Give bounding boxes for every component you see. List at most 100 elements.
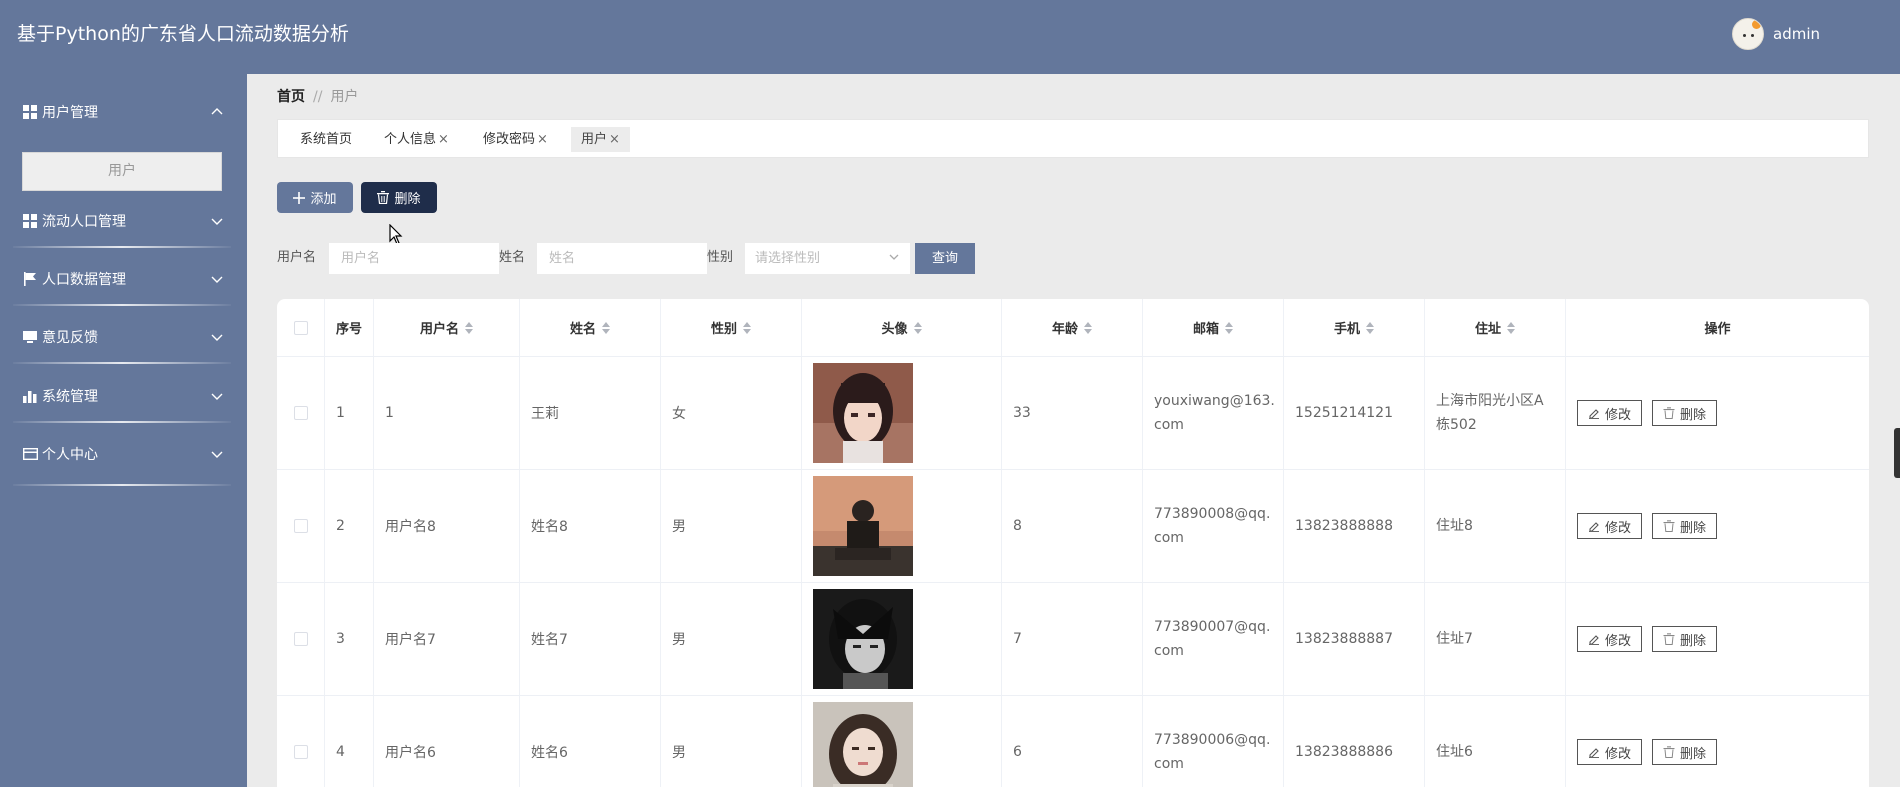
- tab-home[interactable]: 系统首页: [300, 127, 352, 152]
- row-checkbox[interactable]: [293, 406, 308, 420]
- sidebar-item-population-data[interactable]: 人口数据管理: [13, 259, 231, 299]
- tab-change-password[interactable]: 修改密码 ×: [483, 127, 548, 152]
- cell-gender: 男: [661, 583, 802, 695]
- username-search-input[interactable]: [329, 243, 499, 274]
- sort-icon[interactable]: [1084, 321, 1092, 334]
- cell-address: 住址6: [1425, 696, 1566, 787]
- column-header-name[interactable]: 姓名: [520, 299, 661, 356]
- sidebar-item-feedback[interactable]: 意见反馈: [13, 317, 231, 357]
- sidebar-item-floating-population[interactable]: 流动人口管理: [13, 201, 231, 241]
- grid-icon: [22, 214, 38, 228]
- monitor-icon: [22, 330, 38, 344]
- column-header-username[interactable]: 用户名: [374, 299, 520, 356]
- sort-icon[interactable]: [743, 321, 751, 334]
- table-row: 2 用户名8 姓名8 男 8 773890008@qq.com 13823888…: [277, 470, 1869, 583]
- sidebar-item-system[interactable]: 系统管理: [13, 376, 231, 416]
- select-all-cell: [277, 299, 325, 356]
- tab-label: 用户: [581, 132, 608, 147]
- close-icon[interactable]: ×: [537, 132, 548, 147]
- add-button-label: 添加: [310, 192, 337, 207]
- sort-icon[interactable]: [1366, 321, 1374, 334]
- name-search-input[interactable]: [537, 243, 707, 274]
- breadcrumb: 首页 // 用户: [277, 86, 358, 106]
- cell-email: 773890007@qq.com: [1143, 583, 1284, 695]
- cell-email: 773890006@qq.com: [1143, 696, 1284, 787]
- batch-delete-button[interactable]: 删除: [361, 182, 437, 213]
- cell-username: 用户名8: [374, 470, 520, 582]
- gender-select[interactable]: 请选择性别: [745, 243, 910, 274]
- cell-index: 3: [325, 583, 374, 695]
- close-icon[interactable]: ×: [609, 132, 620, 147]
- sort-icon[interactable]: [913, 321, 922, 334]
- edit-button[interactable]: 修改: [1577, 513, 1643, 539]
- menu-divider: [13, 362, 231, 364]
- sidebar-item-label: 用户管理: [42, 105, 98, 121]
- cell-gender: 女: [661, 357, 802, 469]
- column-header-avatar[interactable]: 头像: [802, 299, 1002, 356]
- column-header-actions: 操作: [1704, 322, 1731, 337]
- top-header: 基于Python的广东省人口流动数据分析 admin: [0, 0, 1900, 74]
- breadcrumb-home[interactable]: 首页: [277, 89, 305, 105]
- edit-button[interactable]: 修改: [1577, 739, 1643, 765]
- delete-button[interactable]: 删除: [1652, 400, 1718, 426]
- table-row: 1 1 王莉 女 33 youxiwang@163.com 1525121412…: [277, 357, 1869, 470]
- cell-actions: 修改 删除: [1566, 583, 1869, 695]
- row-checkbox[interactable]: [293, 632, 308, 646]
- cell-address: 住址7: [1425, 583, 1566, 695]
- breadcrumb-current: 用户: [330, 89, 359, 105]
- sidebar-item-personal-center[interactable]: 个人中心: [13, 434, 231, 474]
- tab-profile[interactable]: 个人信息 ×: [384, 127, 449, 152]
- column-header-phone[interactable]: 手机: [1284, 299, 1425, 356]
- tab-label: 系统首页: [300, 132, 353, 147]
- row-checkbox[interactable]: [293, 519, 308, 533]
- column-header-email[interactable]: 邮箱: [1143, 299, 1284, 356]
- table-row: 3 用户名7 姓名7 男 7 773890007@qq.com 13823888…: [277, 583, 1869, 696]
- sidebar-item-user-management[interactable]: 用户管理: [13, 92, 231, 132]
- chevron-down-icon: [211, 451, 223, 458]
- bar-chart-icon: [22, 389, 38, 403]
- cell-index: 2: [325, 470, 374, 582]
- cell-address: 住址8: [1425, 470, 1566, 582]
- chevron-down-icon: [211, 393, 223, 400]
- avatar-image-anime-girl: [813, 363, 913, 463]
- close-icon[interactable]: ×: [438, 132, 449, 147]
- sort-icon[interactable]: [1507, 321, 1515, 334]
- column-header-age[interactable]: 年龄: [1002, 299, 1143, 356]
- trash-icon: [1663, 746, 1675, 758]
- chevron-up-icon: [211, 108, 223, 115]
- delete-button-label: 删除: [394, 192, 421, 207]
- cell-age: 33: [1002, 357, 1143, 469]
- tab-users[interactable]: 用户 ×: [571, 127, 630, 152]
- row-checkbox[interactable]: [293, 745, 308, 759]
- cell-phone: 13823888888: [1284, 470, 1425, 582]
- cell-age: 6: [1002, 696, 1143, 787]
- gender-filter-label: 性别: [707, 250, 734, 265]
- username-label[interactable]: admin: [1773, 25, 1820, 43]
- column-header-address[interactable]: 住址: [1425, 299, 1566, 356]
- cell-phone: 13823888887: [1284, 583, 1425, 695]
- add-button[interactable]: 添加: [277, 182, 353, 213]
- edit-button[interactable]: 修改: [1577, 626, 1643, 652]
- sidebar-subitem-users[interactable]: 用户: [22, 152, 222, 191]
- query-button[interactable]: 查询: [915, 243, 975, 274]
- sort-icon[interactable]: [465, 321, 473, 334]
- menu-divider: [13, 246, 231, 248]
- edit-button[interactable]: 修改: [1577, 400, 1643, 426]
- page-scrollbar-thumb[interactable]: [1894, 428, 1900, 478]
- avatar-image-man-sitting: [813, 476, 913, 576]
- edit-icon: [1588, 633, 1600, 645]
- sort-icon[interactable]: [602, 321, 610, 334]
- sort-icon[interactable]: [1225, 321, 1233, 334]
- delete-button[interactable]: 删除: [1652, 739, 1718, 765]
- select-all-checkbox[interactable]: [293, 320, 308, 335]
- row-select-cell: [277, 357, 325, 469]
- delete-button[interactable]: 删除: [1652, 513, 1718, 539]
- username-filter-label: 用户名: [277, 250, 317, 265]
- column-header-gender[interactable]: 性别: [661, 299, 802, 356]
- user-avatar[interactable]: [1732, 18, 1764, 50]
- cell-phone: 15251214121: [1284, 357, 1425, 469]
- delete-button[interactable]: 删除: [1652, 626, 1718, 652]
- user-menu[interactable]: admin: [1732, 18, 1820, 50]
- cell-username: 用户名6: [374, 696, 520, 787]
- cell-name: 姓名7: [520, 583, 661, 695]
